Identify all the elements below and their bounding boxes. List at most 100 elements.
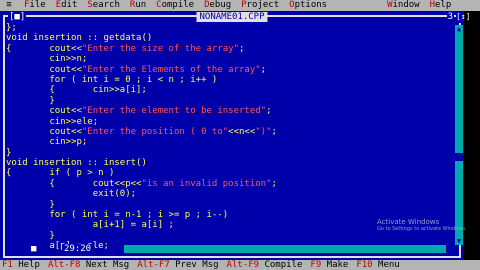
hint-label: Next Msg — [80, 260, 130, 270]
menu-file[interactable]: File — [24, 0, 46, 11]
code-token: cout<< — [6, 106, 82, 117]
menu-options[interactable]: Options — [289, 0, 327, 11]
activation-watermark: Activate Windows Go to Settings to activ… — [377, 218, 467, 232]
code-line[interactable]: cout<<"Enter the position ( 0 to"<<n<<")… — [6, 127, 446, 137]
menu-label: ile — [29, 0, 46, 10]
status-next-msg[interactable]: Alt-F8 Next Msg — [48, 260, 129, 270]
code-token: }; — [6, 23, 17, 33]
editor-bottom-line: ■ 29:20 — [6, 244, 456, 254]
code-token: cin>>n; — [6, 54, 88, 65]
code-line[interactable]: }; — [6, 23, 446, 33]
menu-run[interactable]: Run — [130, 0, 146, 11]
close-window-icon[interactable]: [■] — [8, 11, 27, 23]
menu-compile[interactable]: Compile — [156, 0, 194, 11]
string-literal: "is an invalid position" — [141, 178, 272, 189]
code-token: exit(0); — [6, 189, 137, 200]
code-token: ; — [239, 43, 245, 54]
watermark-title: Activate Windows — [377, 218, 440, 226]
code-token: } — [6, 199, 55, 210]
status-prev-msg[interactable]: Alt-F7 Prev Msg — [137, 260, 218, 270]
code-line[interactable]: { cin>>a[i]; — [6, 85, 446, 95]
system-menu-icon[interactable]: ≡ — [4, 0, 14, 11]
scroll-up-arrow-icon[interactable]: ▲ — [455, 25, 463, 33]
code-line[interactable]: { cout<<"Enter the size of the array"; — [6, 44, 446, 54]
horizontal-scrollbar[interactable] — [116, 245, 446, 253]
code-token: { cout<<p<< — [6, 178, 142, 189]
menu-window[interactable]: Window — [387, 0, 420, 11]
code-line[interactable]: exit(0); — [6, 189, 446, 199]
string-literal: "Enter the element to be inserted" — [81, 106, 267, 117]
string-literal: "Enter the size of the array" — [81, 43, 239, 54]
watermark-subtitle: Go to Settings to activate Windows. — [377, 226, 467, 232]
cursor-position: 29:20 — [62, 244, 94, 254]
editor-title-bar[interactable]: [■] NONAME01.CPP 3 [↕] — [0, 11, 470, 23]
status-help[interactable]: F1 Help — [2, 260, 40, 270]
code-line[interactable]: void insertion :: insert() — [6, 158, 446, 168]
code-line[interactable]: } — [6, 148, 446, 158]
zoom-window-icon[interactable]: [↕] — [456, 11, 470, 23]
menu-label: ompile — [161, 0, 195, 10]
hint-key: Alt-F7 — [137, 260, 170, 270]
menu-label: ptions — [294, 0, 328, 10]
menu-bar: ≡ File Edit Search Run Compile Debug Pro… — [0, 0, 480, 11]
status-compile[interactable]: Alt-F9 Compile — [227, 260, 303, 270]
status-make[interactable]: F9 Make — [310, 260, 348, 270]
vertical-scrollbar[interactable]: ▲ ▼ — [455, 25, 463, 245]
menu-label: earch — [92, 0, 120, 10]
hint-key: Alt-F9 — [226, 260, 260, 270]
menu-label: indow — [392, 0, 420, 10]
menu-project[interactable]: Project — [241, 0, 279, 11]
code-token: ; — [271, 126, 277, 137]
code-token: { cout<< — [6, 43, 82, 54]
code-token: void insertion :: insert() — [6, 158, 147, 169]
status-bar: F1 Help Alt-F8 Next Msg Alt-F7 Prev Msg … — [0, 260, 480, 270]
horizontal-scroll-thumb[interactable] — [116, 245, 124, 253]
code-token: { if ( p > n ) — [6, 168, 115, 179]
file-name: NONAME01.CPP — [196, 12, 268, 22]
code-token: for ( int i = n-1 ; i >= p ; i--) — [6, 210, 229, 221]
vertical-scroll-thumb[interactable] — [455, 153, 463, 161]
code-line[interactable]: cout<<"Enter the element to be inserted"… — [6, 106, 446, 116]
code-line[interactable]: cin>>n; — [6, 54, 446, 64]
menu-label: un — [135, 0, 147, 10]
code-token: cout<< — [6, 64, 82, 75]
code-token: { cin>>a[i]; — [6, 85, 147, 96]
code-line[interactable]: cout<<"Enter the Elements of the array"; — [6, 65, 446, 75]
hint-key: F10 — [356, 260, 373, 270]
code-token: cin>>ele; — [6, 116, 99, 127]
code-token: ; — [260, 64, 267, 75]
code-line[interactable]: } — [6, 231, 446, 241]
code-line[interactable]: } — [6, 200, 446, 210]
code-token: a[i+1] = a[i] ; — [6, 220, 174, 231]
code-token: for ( int i = 0 ; i < n ; i++ ) — [6, 74, 218, 85]
code-line[interactable]: void insertion :: getdata() — [6, 33, 446, 43]
menu-debug[interactable]: Debug — [204, 0, 231, 11]
menu-edit[interactable]: Edit — [56, 0, 78, 11]
hint-label: Help — [12, 260, 40, 270]
string-literal: ")" — [255, 126, 272, 137]
code-line[interactable]: for ( int i = 0 ; i < n ; i++ ) — [6, 75, 446, 85]
hint-key: Alt-F8 — [47, 260, 81, 270]
code-line[interactable]: { if ( p > n ) — [6, 168, 446, 178]
hint-label: Make — [321, 260, 349, 270]
hint-key: F9 — [310, 260, 322, 270]
status-menu[interactable]: F10 Menu — [356, 260, 399, 270]
code-line[interactable]: cin>>ele; — [6, 117, 446, 127]
code-token: ; — [271, 178, 277, 189]
menu-label: dit — [61, 0, 78, 10]
menu-label: ebug — [209, 0, 232, 10]
menu-search[interactable]: Search — [87, 0, 120, 11]
scroll-down-arrow-icon[interactable]: ▼ — [455, 237, 463, 245]
menu-label: roject — [246, 0, 280, 10]
code-token: cout<< — [6, 126, 82, 137]
code-line[interactable]: { cout<<p<<"is an invalid position"; — [6, 179, 446, 189]
code-token: } — [6, 95, 55, 106]
hint-label: Prev Msg — [169, 260, 219, 270]
window-number: 3 — [446, 11, 454, 23]
code-token: ; — [266, 106, 272, 117]
code-line[interactable]: } — [6, 96, 446, 106]
string-literal: "Enter the Elements of the array" — [81, 64, 261, 75]
code-line[interactable]: cin>>p; — [6, 137, 446, 147]
code-token: void insertion :: getdata() — [6, 33, 153, 44]
menu-help[interactable]: Help — [430, 0, 452, 11]
